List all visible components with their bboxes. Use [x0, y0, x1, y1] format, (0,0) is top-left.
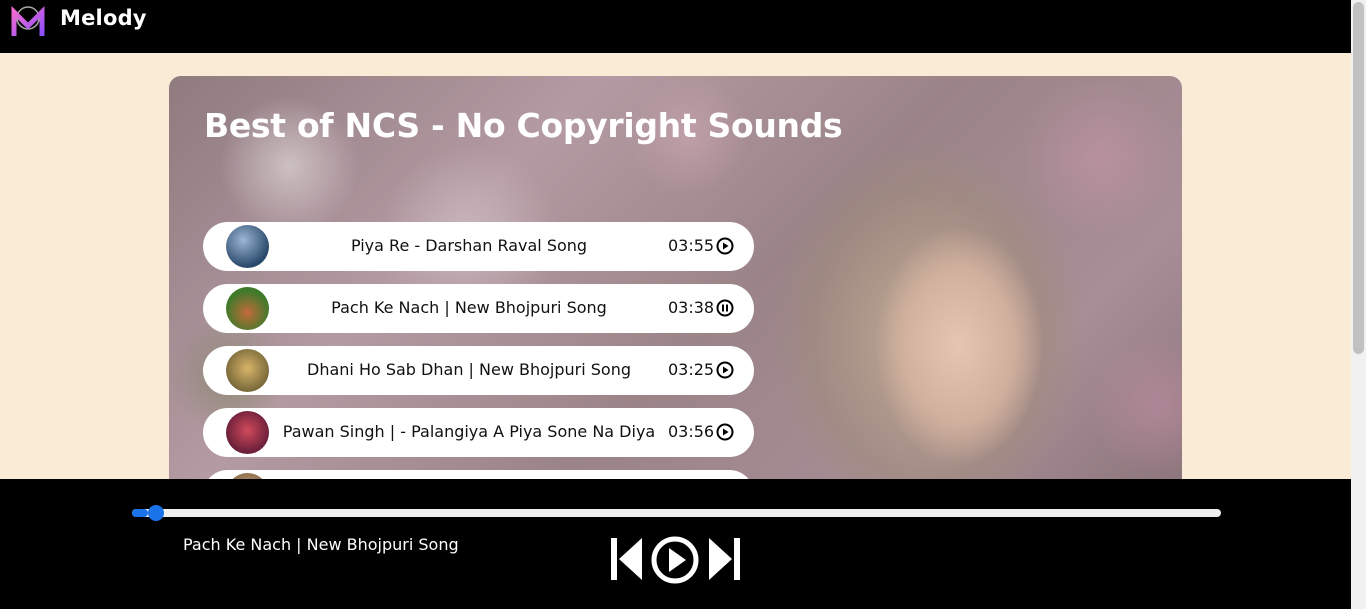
song-cover — [226, 349, 269, 392]
song-item[interactable]: Pach Ke Nach | New Bhojpuri Song 03:38 — [203, 284, 754, 333]
progress-bar[interactable] — [132, 505, 1221, 521]
song-name: Dhani Ho Sab Dhan | New Bhojpuri Song — [307, 360, 631, 379]
song-duration: 03:56 — [668, 422, 715, 441]
song-cover — [226, 287, 269, 330]
play-circle-icon[interactable] — [716, 361, 734, 379]
playlist-title: Best of NCS - No Copyright Sounds — [204, 106, 843, 145]
navbar: Melody — [0, 0, 1366, 53]
player-bar: Pach Ke Nach | New Bhojpuri Song — [0, 479, 1351, 609]
song-duration: 03:25 — [668, 360, 715, 379]
song-cover — [226, 411, 269, 454]
progress-fill — [132, 509, 149, 517]
song-item[interactable]: Piya Re - Darshan Raval Song 03:55 — [203, 222, 754, 271]
song-duration: 03:55 — [668, 236, 715, 255]
page-scrollbar[interactable] — [1351, 0, 1366, 609]
current-song-info: Pach Ke Nach | New Bhojpuri Song — [183, 535, 459, 554]
progress-thumb[interactable] — [148, 505, 165, 521]
next-icon[interactable] — [707, 537, 741, 585]
song-name: Piya Re - Darshan Raval Song — [350, 236, 588, 255]
previous-icon[interactable] — [610, 537, 644, 585]
brand-name[interactable]: Melody — [60, 6, 147, 30]
song-name: Pach Ke Nach | New Bhojpuri Song — [331, 298, 607, 317]
song-cover — [226, 225, 269, 268]
pause-circle-icon[interactable] — [716, 299, 734, 317]
play-circle-icon[interactable] — [716, 237, 734, 255]
playlist-container: Best of NCS - No Copyright Sounds Piya R… — [169, 76, 1182, 506]
song-item[interactable]: Pawan Singh | - Palangiya A Piya Sone Na… — [203, 408, 754, 457]
play-circle-icon[interactable] — [716, 423, 734, 441]
song-item[interactable]: Dhani Ho Sab Dhan | New Bhojpuri Song 03… — [203, 346, 754, 395]
scrollbar-thumb[interactable] — [1353, 2, 1364, 354]
song-duration: 03:38 — [668, 298, 715, 317]
song-name: Pawan Singh | - Palangiya A Piya Sone Na… — [282, 422, 656, 441]
melody-logo-icon[interactable] — [10, 4, 46, 38]
play-icon[interactable] — [651, 536, 699, 588]
